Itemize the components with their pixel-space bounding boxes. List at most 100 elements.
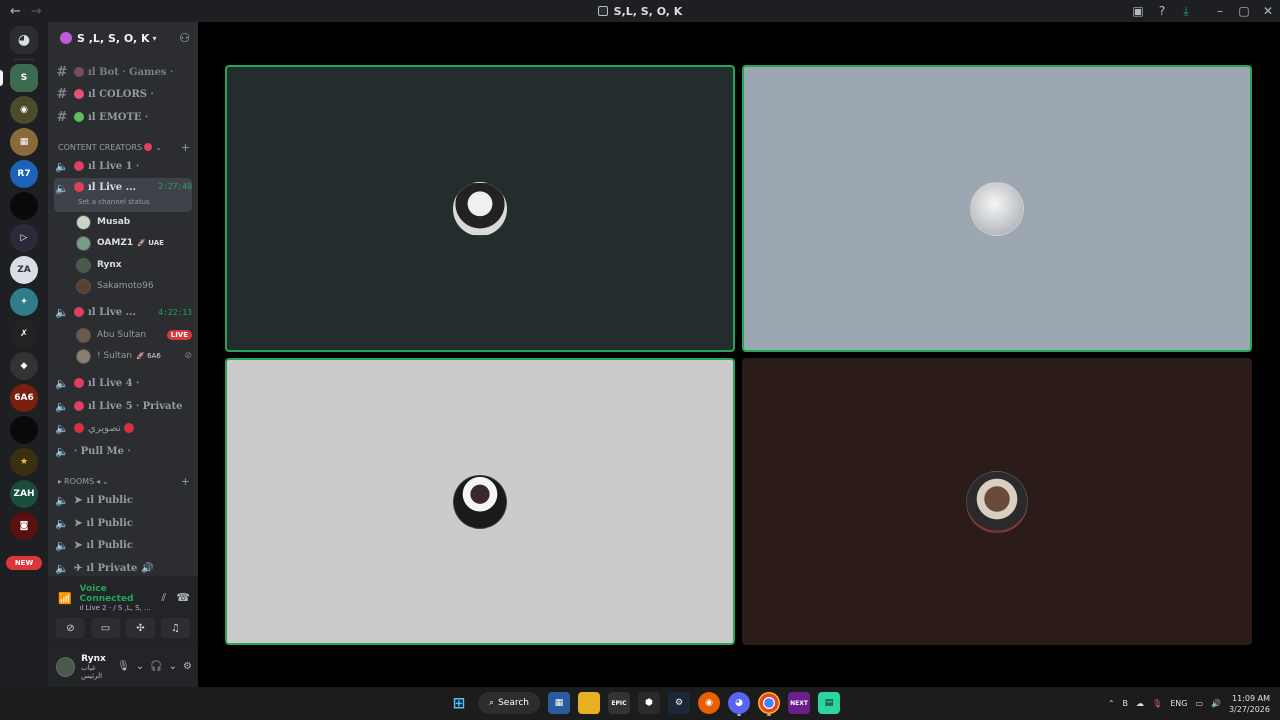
- start-button[interactable]: ⊞: [448, 692, 470, 714]
- server-icon-8[interactable]: ✦: [10, 288, 38, 316]
- server-icon-10[interactable]: ◆: [10, 352, 38, 380]
- guild-header[interactable]: S ,L, S, O, K ▾ ⚇: [48, 22, 198, 54]
- settings-gear-icon[interactable]: ⚙: [183, 661, 192, 672]
- microphone-icon[interactable]: 🎙: [1152, 699, 1162, 708]
- disconnect-icon[interactable]: ☎: [176, 591, 190, 605]
- voice-channel-arabic[interactable]: 🔈 تصويري: [54, 418, 192, 438]
- voice-channel-live3[interactable]: 🔈 ıl Live ... 4:22:13: [54, 302, 192, 322]
- voice-channel-public-3[interactable]: 🔈 ➤ ıl Public: [54, 535, 192, 555]
- app-cube-icon[interactable]: ⬢: [638, 692, 660, 714]
- user-name[interactable]: Rynx: [81, 654, 117, 664]
- server-icon-15[interactable]: ◙: [10, 512, 38, 540]
- channel-emote[interactable]: # ıl EMOTE ‧: [54, 107, 192, 127]
- back-arrow-icon[interactable]: ←: [10, 4, 21, 19]
- voice-channel-live1[interactable]: 🔈 ıl Live 1 ‧: [54, 156, 192, 176]
- microphone-icon[interactable]: 🎙: [117, 661, 130, 672]
- language-indicator[interactable]: ENG: [1170, 699, 1187, 708]
- channel-colors[interactable]: # ıl COLORS ‧: [54, 84, 192, 104]
- epic-games-icon[interactable]: EPIC: [608, 692, 630, 714]
- steam-icon[interactable]: ⚙: [668, 692, 690, 714]
- screen-share-button[interactable]: ▭: [91, 618, 120, 638]
- voice-channel-live5[interactable]: 🔈 ıl Live 5 ‧ Private: [54, 396, 192, 416]
- clock[interactable]: 11:09 AM 3/27/2026: [1229, 693, 1270, 715]
- voice-channel-live4[interactable]: 🔈 ıl Live 4 ‧: [54, 373, 192, 393]
- minimize-icon[interactable]: –: [1208, 4, 1232, 18]
- firefox-icon[interactable]: ◉: [698, 692, 720, 714]
- avatar[interactable]: [56, 656, 76, 677]
- running-indicator: [737, 714, 741, 716]
- voice-status-channel[interactable]: ıl Live 2 ‧ / S ,L, S, ...: [80, 604, 162, 612]
- speaker-icon: 🔈: [55, 516, 69, 530]
- voice-channel-public-1[interactable]: 🔈 ➤ ıl Public: [54, 490, 192, 510]
- maximize-icon[interactable]: ▢: [1232, 4, 1256, 18]
- server-icon-5[interactable]: [10, 192, 38, 220]
- help-icon[interactable]: ?: [1150, 4, 1174, 18]
- chevron-down-icon[interactable]: ⌄: [169, 661, 177, 672]
- network-icon[interactable]: ▭: [1195, 699, 1203, 708]
- member-sultan[interactable]: ! Sultan 🚀 6A6 ⊘: [76, 346, 192, 366]
- server-icon-1[interactable]: S: [10, 64, 38, 92]
- play-icon: ➤: [74, 517, 83, 529]
- server-icon-12[interactable]: [10, 416, 38, 444]
- chevron-down-icon[interactable]: ⌄: [136, 661, 144, 672]
- soundboard-button[interactable]: ♫: [161, 618, 190, 638]
- download-icon[interactable]: ⤓: [1174, 4, 1198, 19]
- member-oamz1[interactable]: OAMZ1 🚀 UAE: [76, 233, 192, 253]
- participant-tile-4[interactable]: [742, 358, 1252, 645]
- close-icon[interactable]: ✕: [1256, 4, 1280, 18]
- speaker-icon: 🔈: [55, 376, 69, 390]
- server-icon-11[interactable]: 6A6: [10, 384, 38, 412]
- server-icon-4[interactable]: R7: [10, 160, 38, 188]
- camera-off-button[interactable]: ⊘: [56, 618, 85, 638]
- file-explorer-icon[interactable]: [578, 692, 600, 714]
- server-icon-2[interactable]: ◉: [10, 96, 38, 124]
- member-rynx[interactable]: Rynx: [76, 255, 192, 275]
- camera-off-icon: ⊘: [66, 622, 75, 634]
- forward-arrow-icon[interactable]: →: [31, 4, 42, 19]
- chevron-right-icon: ▸: [58, 476, 63, 486]
- discord-home-icon[interactable]: ◕: [10, 26, 38, 54]
- server-icon-14[interactable]: ZAH: [10, 480, 38, 508]
- voice-channel-public-2[interactable]: 🔈 ➤ ıl Public: [54, 513, 192, 533]
- tray-cloud-icon[interactable]: ☁: [1136, 699, 1144, 708]
- category-rooms[interactable]: ▸ ROOMS ◂ ⌄ +: [58, 474, 190, 488]
- chrome-icon[interactable]: [758, 692, 780, 716]
- channel-status-hint[interactable]: Set a channel status: [78, 198, 150, 206]
- headphones-icon[interactable]: 🎧: [150, 661, 162, 672]
- voice-channel-private[interactable]: 🔈 ✈ ıl Private 🔊: [54, 558, 192, 578]
- noise-suppression-icon[interactable]: ⫽: [161, 591, 166, 605]
- server-icon-3[interactable]: ▦: [10, 128, 38, 156]
- voice-status-title[interactable]: Voice Connected: [80, 584, 162, 604]
- search-button[interactable]: ⌕ Search: [478, 692, 540, 714]
- app-green-icon[interactable]: ▤: [818, 692, 840, 714]
- category-content-creators[interactable]: CONTENT CREATORS ⌄ +: [58, 140, 190, 154]
- invite-people-icon[interactable]: ⚇: [179, 31, 190, 45]
- activities-button[interactable]: ✣: [126, 618, 155, 638]
- member-abu-sultan[interactable]: Abu Sultan LIVE: [76, 325, 192, 345]
- signal-icon[interactable]: 📶: [58, 592, 74, 605]
- new-badge[interactable]: NEW: [6, 556, 42, 570]
- add-channel-icon[interactable]: +: [181, 475, 190, 488]
- emoji-icon: [74, 161, 84, 171]
- discord-icon[interactable]: ◕: [728, 692, 750, 716]
- participant-tile-3[interactable]: [225, 358, 735, 645]
- chevron-up-icon[interactable]: ⌃: [1108, 699, 1115, 708]
- volume-icon[interactable]: 🔊: [1211, 699, 1221, 708]
- inbox-icon[interactable]: ▣: [1126, 4, 1150, 18]
- store-icon[interactable]: ▦: [548, 692, 570, 714]
- tray-app-icon[interactable]: B: [1123, 699, 1129, 708]
- member-musab[interactable]: Musab: [76, 212, 192, 232]
- next-app-icon[interactable]: NEXT: [788, 692, 810, 714]
- channel-bot-games[interactable]: # ıl Bot ‧ Games ‧: [54, 62, 192, 82]
- participant-tile-1[interactable]: [225, 65, 735, 352]
- server-icon-7[interactable]: ZA: [10, 256, 38, 284]
- server-icon-9[interactable]: ✗: [10, 320, 38, 348]
- voice-channel-live2[interactable]: 🔈 ıl Live ... 2:27:40 Set a channel stat…: [54, 178, 192, 212]
- avatar: [76, 257, 91, 273]
- participant-tile-2[interactable]: [742, 65, 1252, 352]
- add-channel-icon[interactable]: +: [181, 141, 190, 154]
- member-sakamoto96[interactable]: Sakamoto96: [76, 276, 192, 296]
- voice-channel-pull-me[interactable]: 🔈 ‧ Pull Me ‧: [54, 441, 192, 461]
- server-icon-6[interactable]: ▷: [10, 224, 38, 252]
- server-icon-13[interactable]: ★: [10, 448, 38, 476]
